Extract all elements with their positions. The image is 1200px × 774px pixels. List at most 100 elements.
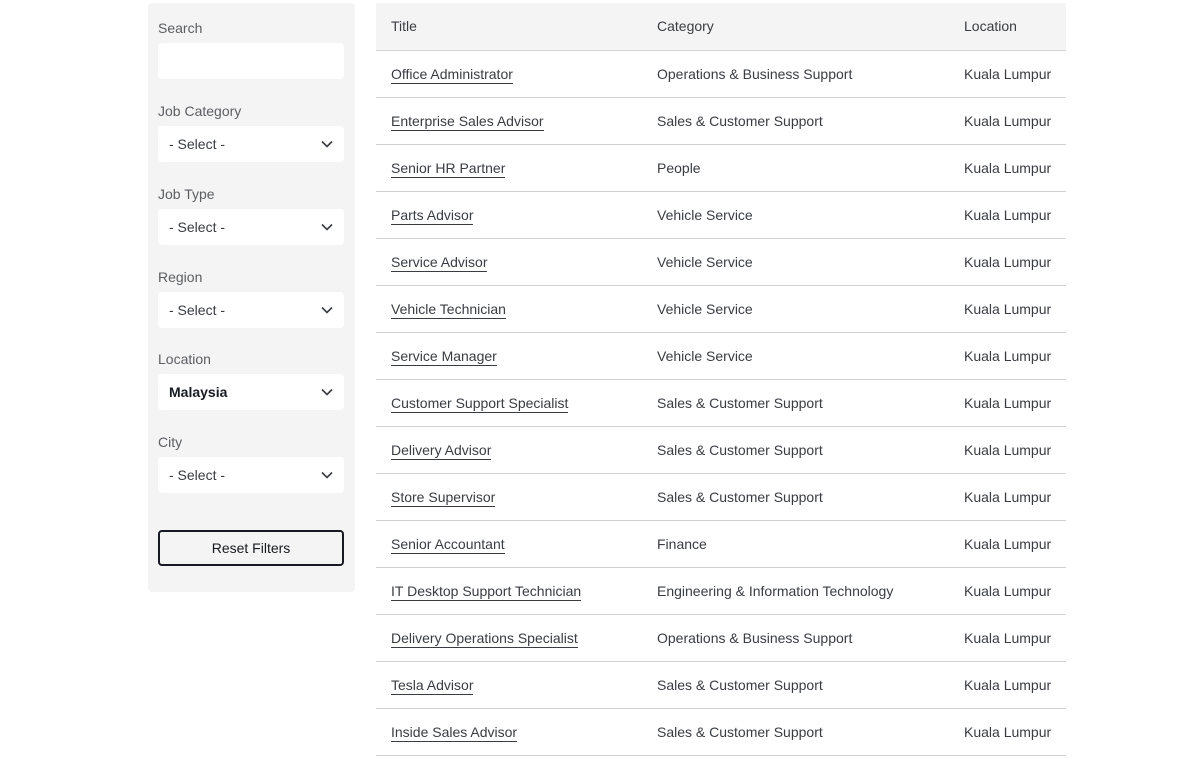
job-type-filter: Job Type - Select - [158, 185, 344, 245]
column-header-title: Title [376, 3, 642, 51]
job-location-cell: Kuala Lumpur [949, 191, 1066, 239]
job-type-select[interactable]: - Select - [158, 209, 344, 245]
table-header: Title Category Location [376, 3, 1066, 51]
job-location-cell: Kuala Lumpur [949, 97, 1066, 145]
job-category-label: Job Category [158, 103, 242, 119]
job-title-link[interactable]: Senior HR Partner [391, 159, 506, 178]
job-title-cell: Store Supervisor [376, 473, 642, 521]
job-category-cell: Operations & Business Support [642, 50, 949, 98]
job-title-link[interactable]: Service Advisor [391, 253, 488, 272]
job-title-cell: Service Advisor [376, 238, 642, 286]
region-filter: Region - Select - [158, 268, 344, 328]
job-title-link[interactable]: Delivery Advisor [391, 441, 492, 460]
table-row: Service Advisor Vehicle Service Kuala Lump… [376, 238, 1066, 286]
search-input[interactable] [158, 43, 344, 79]
job-location-cell: Kuala Lumpur [949, 661, 1066, 709]
job-title-cell: Customer Support Specialist [376, 379, 642, 427]
job-category-value: - Select - [169, 136, 226, 152]
table-row: Delivery Operations Specialist Operations… [376, 614, 1066, 662]
reset-filters-button[interactable]: Reset Filters [158, 530, 344, 566]
table-body: Office Administrator Operations & Busines… [376, 50, 1066, 756]
job-title-link[interactable]: Delivery Operations Specialist [391, 629, 578, 648]
search-filter: Search [158, 19, 344, 79]
job-location-cell: Kuala Lumpur [949, 708, 1066, 756]
job-title-cell: Senior Accountant [376, 520, 642, 568]
job-category-cell: Vehicle Service [642, 238, 949, 286]
chevron-down-icon [321, 221, 333, 233]
job-category-cell: Vehicle Service [642, 191, 949, 239]
location-filter: Location Malaysia [158, 350, 344, 410]
table-row: IT Desktop Support Technician Engineering… [376, 567, 1066, 615]
location-value: Malaysia [169, 384, 228, 400]
job-category-cell: Sales & Customer Support [642, 379, 949, 427]
job-location-cell: Kuala Lumpur [949, 50, 1066, 98]
table-row: Vehicle Technician Vehicle Service Kuala L… [376, 285, 1066, 333]
city-select[interactable]: - Select - [158, 457, 344, 493]
job-title-link[interactable]: Senior Accountant [391, 535, 505, 554]
region-select[interactable]: - Select - [158, 292, 344, 328]
table-header-row: Title Category Location [376, 3, 1066, 51]
table-row: Tesla Advisor Sales & Customer Support Kua… [376, 661, 1066, 709]
job-location-cell: Kuala Lumpur [949, 426, 1066, 474]
search-label: Search [158, 20, 203, 36]
table-row: Customer Support Specialist Sales & Custo… [376, 379, 1066, 427]
job-title-link[interactable]: Service Manager [391, 347, 497, 366]
job-category-select[interactable]: - Select - [158, 126, 344, 162]
job-title-cell: Service Manager [376, 332, 642, 380]
job-listings-table: Title Category Location Office Administr… [376, 3, 1066, 756]
job-title-link[interactable]: Vehicle Technician [391, 300, 506, 319]
job-title-cell: Senior HR Partner [376, 144, 642, 192]
table-row: Parts Advisor Vehicle Service Kuala Lumpur [376, 191, 1066, 239]
job-location-cell: Kuala Lumpur [949, 473, 1066, 521]
table-row: Office Administrator Operations & Busines… [376, 50, 1066, 98]
table-row: Inside Sales Advisor Sales & Customer Sup… [376, 708, 1066, 756]
job-title-cell: Delivery Operations Specialist [376, 614, 642, 662]
table-row: Store Supervisor Sales & Customer Support… [376, 473, 1066, 521]
location-select[interactable]: Malaysia [158, 374, 344, 410]
job-title-link[interactable]: Customer Support Specialist [391, 394, 569, 413]
job-title-cell: Inside Sales Advisor [376, 708, 642, 756]
job-location-cell: Kuala Lumpur [949, 332, 1066, 380]
filter-sidebar: Search Job Category - Select - Job Type … [148, 3, 355, 592]
job-location-cell: Kuala Lumpur [949, 614, 1066, 662]
job-location-cell: Kuala Lumpur [949, 144, 1066, 192]
location-label: Location [158, 351, 211, 367]
job-category-filter: Job Category - Select - [158, 102, 344, 162]
job-title-link[interactable]: Office Administrator [391, 65, 513, 84]
job-title-cell: Parts Advisor [376, 191, 642, 239]
column-header-location: Location [949, 3, 1066, 51]
job-title-link[interactable]: Tesla Advisor [391, 676, 474, 695]
job-location-cell: Kuala Lumpur [949, 379, 1066, 427]
job-category-cell: Sales & Customer Support [642, 708, 949, 756]
job-category-cell: Sales & Customer Support [642, 473, 949, 521]
job-title-link[interactable]: Parts Advisor [391, 206, 474, 225]
job-title-link[interactable]: Enterprise Sales Advisor [391, 112, 544, 131]
job-category-cell: Engineering & Information Technology [642, 567, 949, 615]
chevron-down-icon [321, 138, 333, 150]
job-title-link[interactable]: Inside Sales Advisor [391, 723, 518, 742]
city-filter: City - Select - [158, 433, 344, 493]
job-category-cell: Sales & Customer Support [642, 661, 949, 709]
job-location-cell: Kuala Lumpur [949, 520, 1066, 568]
city-value: - Select - [169, 467, 226, 483]
chevron-down-icon [321, 304, 333, 316]
job-title-link[interactable]: IT Desktop Support Technician [391, 582, 582, 601]
region-label: Region [158, 269, 203, 285]
job-type-label: Job Type [158, 186, 215, 202]
job-type-value: - Select - [169, 219, 226, 235]
job-title-link[interactable]: Store Supervisor [391, 488, 496, 507]
column-header-category: Category [642, 3, 949, 51]
city-label: City [158, 434, 183, 450]
job-listings-page: Search Job Category - Select - Job Type … [0, 0, 1200, 774]
job-location-cell: Kuala Lumpur [949, 567, 1066, 615]
job-category-cell: Sales & Customer Support [642, 426, 949, 474]
chevron-down-icon [321, 469, 333, 481]
chevron-down-icon [321, 386, 333, 398]
job-location-cell: Kuala Lumpur [949, 238, 1066, 286]
job-title-cell: Delivery Advisor [376, 426, 642, 474]
job-title-cell: Vehicle Technician [376, 285, 642, 333]
table-row: Senior Accountant Finance Kuala Lumpur [376, 520, 1066, 568]
job-category-cell: Sales & Customer Support [642, 97, 949, 145]
job-category-cell: Finance [642, 520, 949, 568]
job-title-cell: IT Desktop Support Technician [376, 567, 642, 615]
